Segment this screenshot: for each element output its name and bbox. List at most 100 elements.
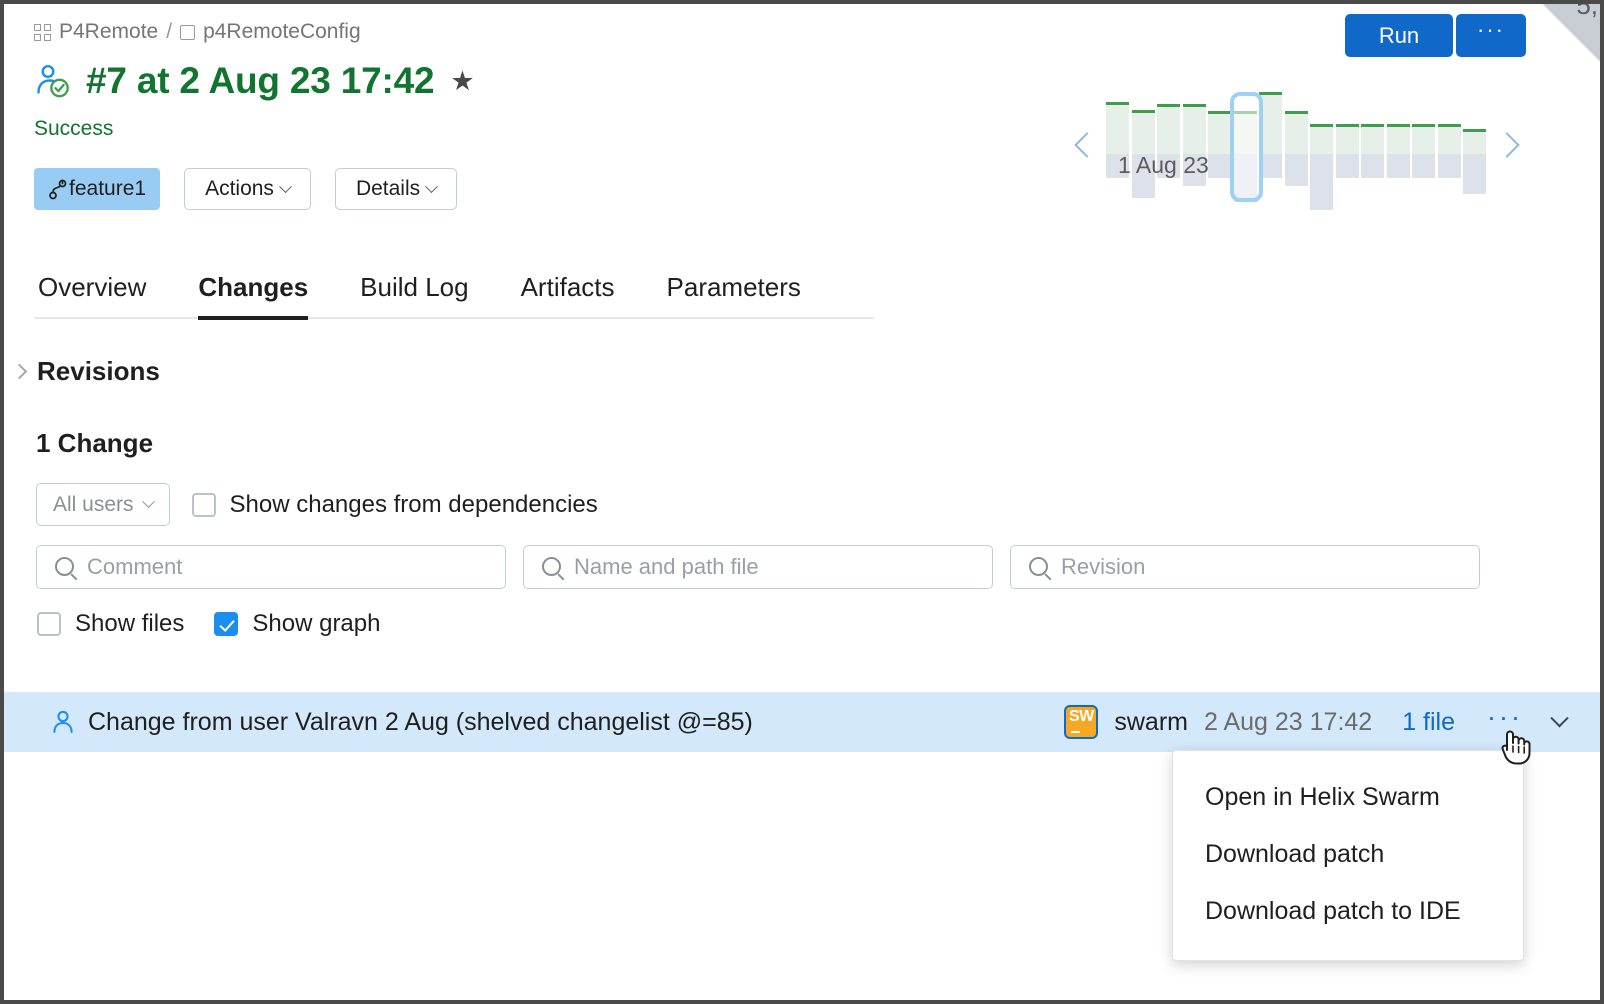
chart-bar-duration: [1361, 154, 1384, 178]
search-icon: [55, 557, 74, 576]
users-filter-select[interactable]: All users: [36, 483, 170, 526]
chart-bar-duration: [1285, 154, 1308, 186]
tab-bar: OverviewChangesBuild LogArtifactsParamet…: [34, 272, 874, 319]
checkbox-box: [192, 493, 216, 517]
checkbox-box: [37, 612, 61, 636]
chart-bar[interactable]: [1208, 76, 1231, 216]
change-count-heading: 1 Change: [36, 428, 153, 459]
chart-bar[interactable]: [1412, 76, 1435, 216]
chart-bar[interactable]: [1157, 76, 1180, 216]
chart-bar-success: [1259, 92, 1282, 154]
file-search-box[interactable]: [523, 545, 993, 589]
build-chip-row: feature1 Actions Details: [34, 168, 457, 210]
change-row-right: SW swarm 2 Aug 23 17:42 1 file ···: [1064, 705, 1566, 739]
show-graph-checkbox[interactable]: Show graph: [214, 610, 380, 638]
chart-next-arrow-icon[interactable]: [1494, 132, 1519, 157]
chart-bar-success: [1336, 124, 1359, 154]
fold-partial-text: 5,: [1576, 4, 1598, 21]
chart-bar[interactable]: [1361, 76, 1384, 216]
comment-search-box[interactable]: [36, 545, 506, 589]
revision-search-box[interactable]: [1010, 545, 1480, 589]
grid-icon: [34, 24, 51, 41]
revision-search-input[interactable]: [1059, 553, 1479, 581]
details-label: Details: [356, 177, 420, 201]
chart-bar[interactable]: [1285, 76, 1308, 216]
run-button-group: Run ···: [1345, 14, 1526, 57]
chevron-down-icon: [142, 495, 155, 508]
comment-search-input[interactable]: [85, 553, 505, 581]
chart-bar-success: [1361, 124, 1384, 154]
show-dependencies-checkbox[interactable]: Show changes from dependencies: [192, 491, 598, 519]
chart-bar-duration: [1438, 154, 1461, 178]
search-icon: [1029, 557, 1048, 576]
chart-bar[interactable]: [1183, 76, 1206, 216]
chart-axis-label: 1 Aug 23: [1118, 152, 1209, 179]
revisions-section-toggle[interactable]: Revisions: [10, 356, 160, 387]
chart-prev-arrow-icon[interactable]: [1074, 132, 1099, 157]
change-row-left: Change from user Valravn 2 Aug (shelved …: [52, 708, 753, 737]
branch-chip[interactable]: feature1: [34, 168, 160, 210]
chart-bar[interactable]: [1438, 76, 1461, 216]
menu-item-download-patch[interactable]: Download patch: [1173, 826, 1523, 883]
chevron-down-icon: [279, 180, 292, 193]
chart-bar-duration: [1336, 154, 1359, 178]
chart-bar[interactable]: [1259, 76, 1282, 216]
chevron-down-icon[interactable]: [1550, 709, 1568, 727]
page-title: #7 at 2 Aug 23 17:42: [86, 60, 434, 102]
chart-bar-duration: [1463, 154, 1486, 194]
person-icon: [52, 710, 74, 734]
build-status-text: Success: [34, 117, 113, 141]
details-button[interactable]: Details: [335, 168, 457, 210]
tab-changes[interactable]: Changes: [172, 272, 334, 317]
revisions-label: Revisions: [37, 356, 160, 387]
chart-bar[interactable]: [1336, 76, 1359, 216]
actions-button[interactable]: Actions: [184, 168, 311, 210]
chart-bar[interactable]: [1234, 76, 1257, 216]
chart-bar[interactable]: [1310, 76, 1333, 216]
run-more-button[interactable]: ···: [1456, 14, 1526, 57]
change-list-row[interactable]: Change from user Valravn 2 Aug (shelved …: [4, 692, 1600, 752]
change-files-link[interactable]: 1 file: [1402, 708, 1455, 737]
build-history-chart: 1 Aug 23: [1066, 76, 1526, 216]
chart-bar-duration: [1310, 154, 1333, 210]
branch-icon: [48, 179, 67, 200]
chart-bars[interactable]: [1106, 76, 1486, 216]
swarm-badge-icon: SW: [1064, 705, 1098, 739]
breadcrumb-separator: /: [166, 20, 172, 44]
show-files-checkbox[interactable]: Show files: [37, 610, 184, 638]
chart-bar-success: [1183, 104, 1206, 154]
change-more-button[interactable]: ···: [1487, 712, 1523, 732]
chart-bar[interactable]: [1106, 76, 1129, 216]
chart-bar[interactable]: [1387, 76, 1410, 216]
menu-item-download-patch-to-ide[interactable]: Download patch to IDE: [1173, 883, 1523, 940]
chart-bar-success: [1438, 124, 1461, 154]
menu-item-open-in-helix-swarm[interactable]: Open in Helix Swarm: [1173, 769, 1523, 826]
favorite-star-icon[interactable]: ★: [450, 68, 474, 95]
tab-artifacts[interactable]: Artifacts: [495, 272, 641, 317]
chart-bar[interactable]: [1463, 76, 1486, 216]
file-search-input[interactable]: [572, 553, 992, 581]
breadcrumb: P4Remote / p4RemoteConfig: [34, 20, 361, 44]
breadcrumb-config[interactable]: p4RemoteConfig: [203, 20, 361, 44]
chart-bar-success: [1285, 111, 1308, 154]
person-check-icon: [34, 62, 72, 100]
chart-bar[interactable]: [1132, 76, 1155, 216]
tab-parameters[interactable]: Parameters: [641, 272, 827, 317]
chart-bar-success: [1310, 124, 1333, 154]
page-title-row: #7 at 2 Aug 23 17:42 ★: [34, 60, 475, 102]
swarm-badge-text: SW: [1066, 708, 1096, 726]
run-button[interactable]: Run: [1345, 14, 1453, 57]
tab-overview[interactable]: Overview: [34, 272, 172, 317]
branch-label: feature1: [69, 177, 146, 201]
show-files-label: Show files: [75, 610, 184, 638]
search-icon: [542, 557, 561, 576]
tab-build-log[interactable]: Build Log: [334, 272, 494, 317]
chart-bar-success: [1463, 129, 1486, 154]
chart-bar-success: [1234, 111, 1257, 154]
breadcrumb-project[interactable]: P4Remote: [59, 20, 158, 44]
app-window: 5, P4Remote / p4RemoteConfig #7 at 2 Aug…: [0, 0, 1604, 1004]
change-context-menu: Open in Helix SwarmDownload patchDownloa…: [1172, 750, 1524, 961]
changes-search-row: [36, 545, 1480, 589]
users-filter-value: All users: [53, 493, 134, 517]
change-source-label: swarm: [1114, 708, 1188, 737]
